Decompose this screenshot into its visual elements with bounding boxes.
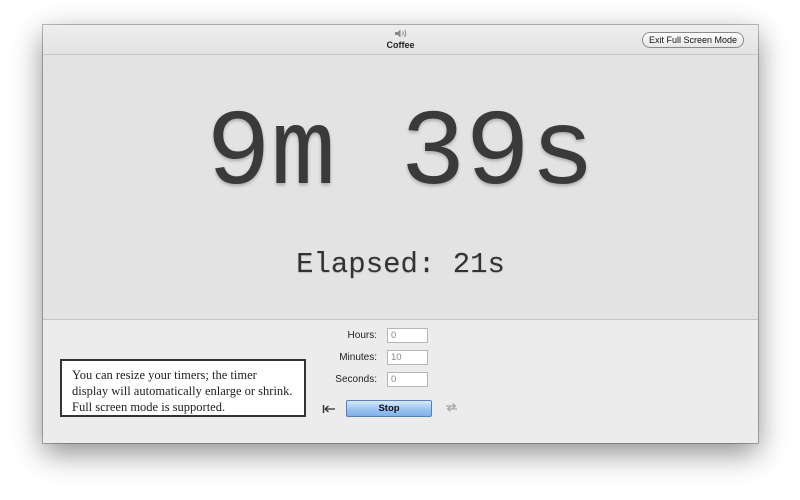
exit-full-screen-button[interactable]: Exit Full Screen Mode [641,32,744,48]
seconds-label: Seconds: [335,374,377,385]
hours-row: Hours: 0 [43,328,758,343]
seconds-field[interactable]: 0 [387,372,428,387]
rewind-icon[interactable] [322,404,336,414]
speaker-icon [394,29,406,38]
info-box: You can resize your timers; the timer di… [60,359,306,417]
timer-display: 9m 39s Elapsed: 21s [43,55,758,320]
stop-button[interactable]: Stop [346,400,432,417]
repeat-icon[interactable] [444,402,459,413]
title-bar: Coffee Exit Full Screen Mode [43,25,758,55]
timer-window: Coffee Exit Full Screen Mode 9m 39s Elap… [43,25,758,443]
minutes-row: Minutes: 10 [43,350,758,365]
minutes-field[interactable]: 10 [387,350,428,365]
controls-panel: You can resize your timers; the timer di… [43,320,758,443]
elapsed-time: Elapsed: 21s [296,248,505,281]
hours-field[interactable]: 0 [387,328,428,343]
seconds-row: Seconds: 0 [43,372,758,387]
hours-label: Hours: [347,330,377,341]
minutes-label: Minutes: [339,352,377,363]
remaining-time: 9m 39s [206,94,595,216]
